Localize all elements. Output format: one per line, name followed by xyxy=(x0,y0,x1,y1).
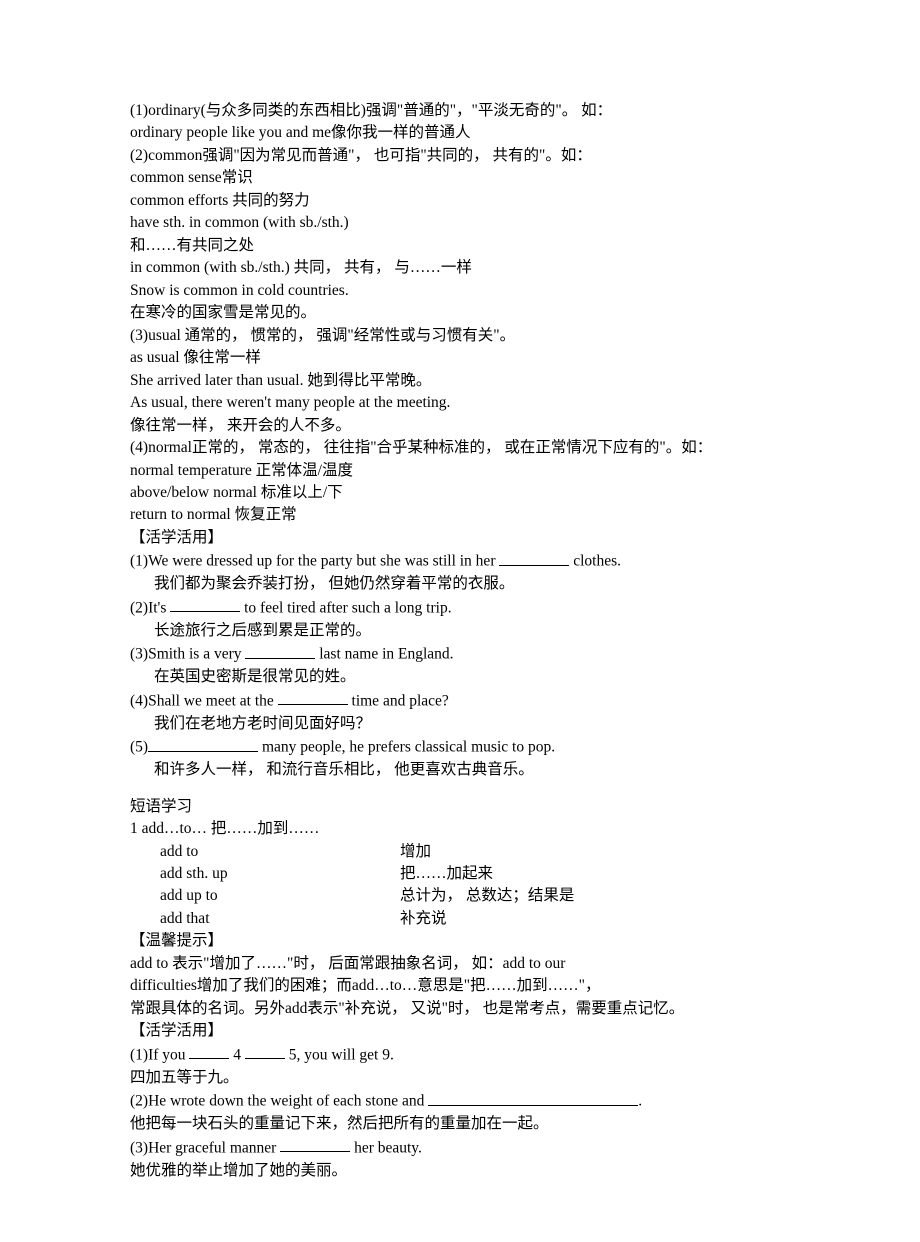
text-line: (2)common强调"因为常见而普通"， 也可指"共同的， 共有的"。如： xyxy=(130,145,790,167)
text-line: in common (with sb./sth.) 共同， 共有， 与……一样 xyxy=(130,257,790,279)
section-heading: 【活学活用】 xyxy=(130,1020,790,1042)
fill-blank[interactable] xyxy=(278,689,348,706)
translation-line: 在英国史密斯是很常见的姓。 xyxy=(154,666,790,688)
fill-blank[interactable] xyxy=(148,735,258,752)
text-line: (3)usual 通常的， 惯常的， 强调"经常性或与习惯有关"。 xyxy=(130,325,790,347)
phrase-meaning: 增加 xyxy=(400,841,431,863)
exercise-text: (2)It's xyxy=(130,599,170,616)
phrase-item: add up to 总计为， 总数达；结果是 xyxy=(130,885,790,907)
phrase-meaning: 把……加起来 xyxy=(400,863,493,885)
exercise-item: (3)Smith is a very last name in England. xyxy=(130,642,790,666)
translation-line: 我们都为聚会乔装打扮， 但她仍然穿着平常的衣服。 xyxy=(154,573,790,595)
text-line: 像往常一样， 来开会的人不多。 xyxy=(130,415,790,437)
text-line: 在寒冷的国家雪是常见的。 xyxy=(130,302,790,324)
phrase-term: add sth. up xyxy=(130,863,400,885)
exercise-item: (4)Shall we meet at the time and place? xyxy=(130,689,790,713)
fill-blank[interactable] xyxy=(499,549,569,566)
exercise-text: (2)He wrote down the weight of each ston… xyxy=(130,1093,428,1110)
translation-line: 他把每一块石头的重量记下来，然后把所有的重量加在一起。 xyxy=(130,1113,790,1135)
text-line: have sth. in common (with sb./sth.) xyxy=(130,212,790,234)
exercise-text: last name in England. xyxy=(315,646,453,663)
text-line: difficulties增加了我们的困难；而add…to…意思是"把……加到……… xyxy=(130,975,790,997)
translation-line: 和许多人一样， 和流行音乐相比， 他更喜欢古典音乐。 xyxy=(154,759,790,781)
exercise-text: (5) xyxy=(130,739,148,756)
fill-blank[interactable] xyxy=(189,1043,229,1060)
fill-blank[interactable] xyxy=(245,642,315,659)
translation-line: 四加五等于九。 xyxy=(130,1067,790,1089)
text-line: add to 表示"增加了……"时， 后面常跟抽象名词， 如：add to ou… xyxy=(130,953,790,975)
text-line: 和……有共同之处 xyxy=(130,235,790,257)
exercise-text: (1)We were dressed up for the party but … xyxy=(130,553,499,570)
exercise-item: (2)He wrote down the weight of each ston… xyxy=(130,1089,790,1113)
fill-blank[interactable] xyxy=(428,1089,638,1106)
document-page: (1)ordinary(与众多同类的东西相比)强调"普通的"，"平淡无奇的"。 … xyxy=(0,0,920,1242)
exercise-text: 5, you will get 9. xyxy=(285,1046,394,1063)
exercise-item: (3)Her graceful manner her beauty. xyxy=(130,1136,790,1160)
phrase-item: add sth. up 把……加起来 xyxy=(130,863,790,885)
text-line: As usual, there weren't many people at t… xyxy=(130,392,790,414)
exercise-item: (5) many people, he prefers classical mu… xyxy=(130,735,790,759)
section-heading: 【温馨提示】 xyxy=(130,930,790,952)
translation-line: 长途旅行之后感到累是正常的。 xyxy=(154,620,790,642)
exercise-text: (3)Her graceful manner xyxy=(130,1139,280,1156)
exercise-text: (3)Smith is a very xyxy=(130,646,245,663)
exercise-item: (1)If you 4 5, you will get 9. xyxy=(130,1043,790,1067)
phrase-item: 1 add…to… 把……加到…… xyxy=(130,818,790,840)
phrase-meaning: 补充说 xyxy=(400,908,447,930)
text-line: She arrived later than usual. 她到得比平常晚。 xyxy=(130,370,790,392)
phrase-term: add that xyxy=(130,908,400,930)
exercise-item: (2)It's to feel tired after such a long … xyxy=(130,596,790,620)
phrase-meaning: 总计为， 总数达；结果是 xyxy=(400,885,574,907)
exercise-text: clothes. xyxy=(569,553,621,570)
text-line: as usual 像往常一样 xyxy=(130,347,790,369)
section-heading: 【活学活用】 xyxy=(130,527,790,549)
exercise-text: her beauty. xyxy=(350,1139,422,1156)
phrase-term: add to xyxy=(130,841,400,863)
fill-blank[interactable] xyxy=(170,596,240,613)
text-line: ordinary people like you and me像你我一样的普通人 xyxy=(130,122,790,144)
exercise-text: time and place? xyxy=(348,692,449,709)
text-line: above/below normal 标准以上/下 xyxy=(130,482,790,504)
text-line: return to normal 恢复正常 xyxy=(130,504,790,526)
phrase-item: add that 补充说 xyxy=(130,908,790,930)
exercise-text: (4)Shall we meet at the xyxy=(130,692,278,709)
exercise-text: to feel tired after such a long trip. xyxy=(240,599,451,616)
text-line: normal temperature 正常体温/温度 xyxy=(130,460,790,482)
section-heading: 短语学习 xyxy=(130,796,790,818)
text-line: common sense常识 xyxy=(130,167,790,189)
text-line: (4)normal正常的， 常态的， 往往指"合乎某种标准的， 或在正常情况下应… xyxy=(130,437,790,459)
fill-blank[interactable] xyxy=(245,1043,285,1060)
text-line: 常跟具体的名词。另外add表示"补充说， 又说"时， 也是常考点，需要重点记忆。 xyxy=(130,998,790,1020)
fill-blank[interactable] xyxy=(280,1136,350,1153)
exercise-text: . xyxy=(638,1093,642,1110)
text-line: common efforts 共同的努力 xyxy=(130,190,790,212)
translation-line: 我们在老地方老时间见面好吗？ xyxy=(154,713,790,735)
exercise-text: many people, he prefers classical music … xyxy=(258,739,555,756)
exercise-item: (1)We were dressed up for the party but … xyxy=(130,549,790,573)
phrase-item: add to 增加 xyxy=(130,841,790,863)
text-line: Snow is common in cold countries. xyxy=(130,280,790,302)
phrase-term: add up to xyxy=(130,885,400,907)
translation-line: 她优雅的举止增加了她的美丽。 xyxy=(130,1160,790,1182)
text-line: (1)ordinary(与众多同类的东西相比)强调"普通的"，"平淡无奇的"。 … xyxy=(130,100,790,122)
exercise-text: (1)If you xyxy=(130,1046,189,1063)
exercise-text: 4 xyxy=(229,1046,245,1063)
